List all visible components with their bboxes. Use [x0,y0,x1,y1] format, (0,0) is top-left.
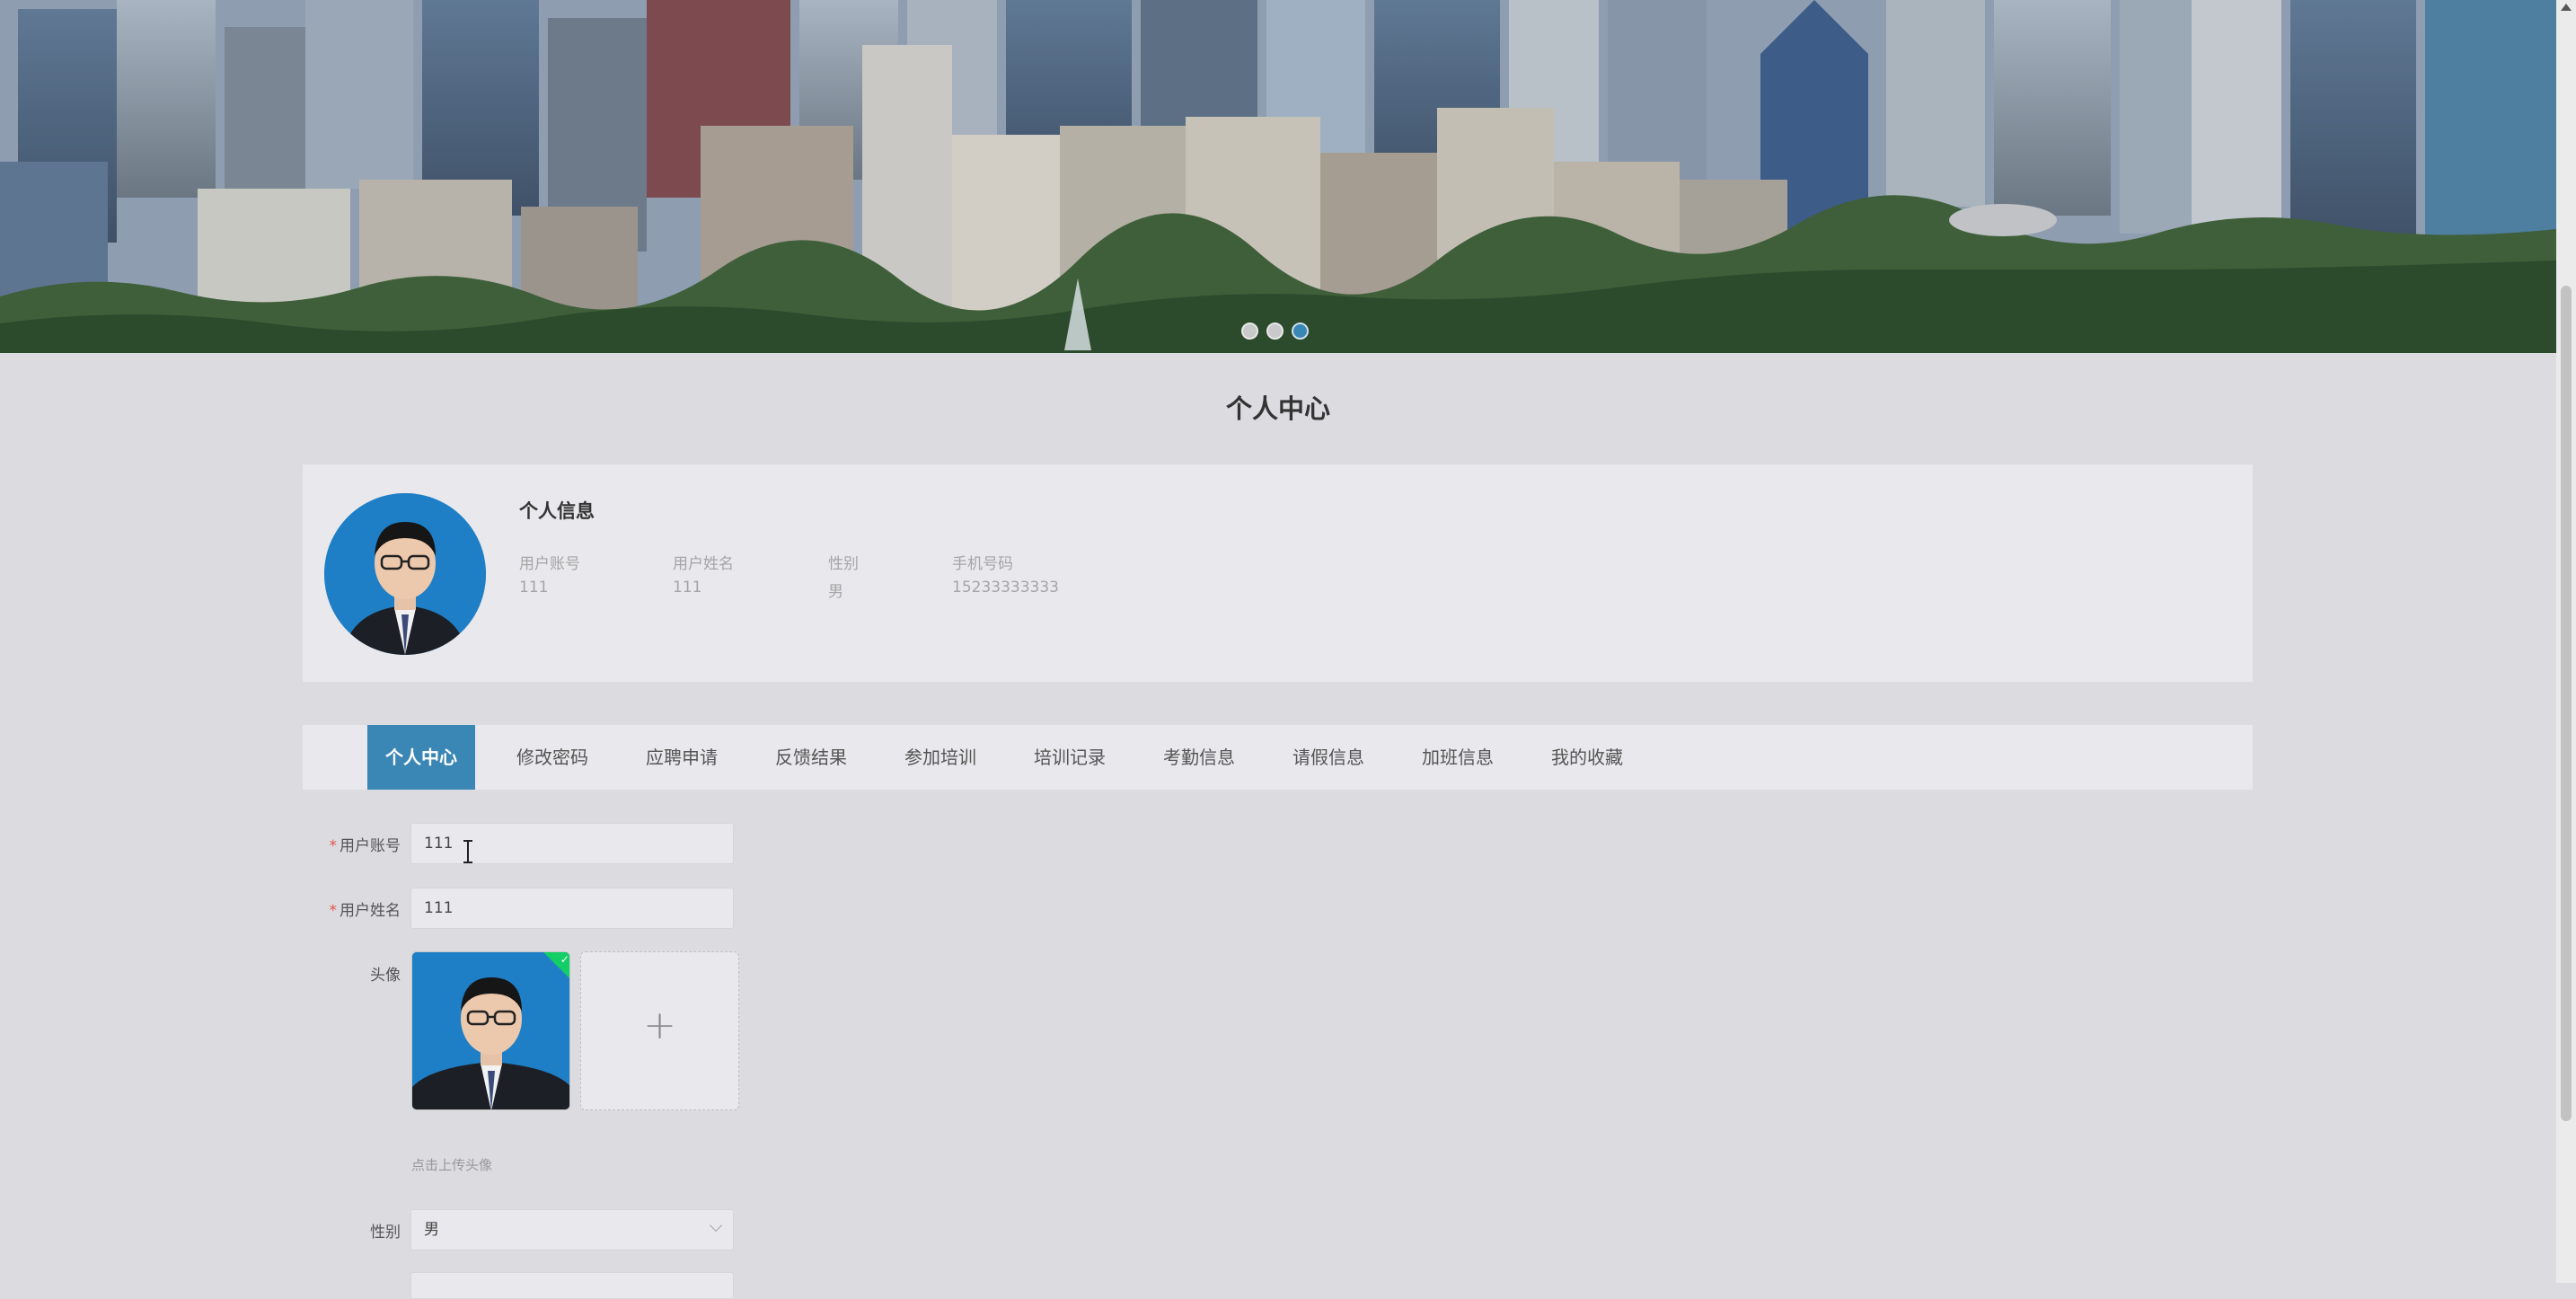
tab-personal-center[interactable]: 个人中心 [367,725,475,790]
gender-select[interactable]: 男 [410,1209,734,1250]
upload-avatar-button[interactable]: + [580,951,739,1110]
profile-section-title: 个人信息 [519,500,595,522]
tab-favorites[interactable]: 我的收藏 [1551,725,1623,790]
account-label: * 用户账号 [329,837,401,855]
banner-carousel[interactable] [0,0,2556,353]
uploaded-avatar-thumbnail[interactable]: ✓ [411,951,570,1110]
text-cursor-icon [463,840,472,863]
profile-field-value: 111 [519,579,549,596]
required-mark: * [329,837,338,855]
scroll-up-arrow-icon[interactable] [2561,4,2572,11]
check-icon: ✓ [560,953,569,967]
tab-feedback-result[interactable]: 反馈结果 [775,725,847,790]
profile-field-value: 15233333333 [952,579,1059,596]
tab-training-record[interactable]: 培训记录 [1034,725,1106,790]
page-scrollbar[interactable] [2556,0,2576,1283]
profile-field-value: 男 [828,583,843,601]
profile-field-phone: 手机号码 15233333333 [952,551,1059,596]
tab-job-application[interactable]: 应聘申请 [646,725,718,790]
profile-tabs: 个人中心 修改密码 应聘申请 反馈结果 参加培训 培训记录 考勤信息 请假信息 … [303,725,2253,790]
profile-field-label: 性别 [828,555,859,573]
carousel-dot-active[interactable] [1292,323,1309,340]
required-mark: * [329,902,338,920]
city-skyline-image [0,0,2556,353]
tab-change-password[interactable]: 修改密码 [516,725,588,790]
name-input[interactable]: 111 [410,888,734,929]
plus-icon: + [643,1003,676,1048]
carousel-indicators [1241,323,1309,340]
profile-field-account: 用户账号 111 [519,551,580,596]
profile-info-card: 个人信息 用户账号 111 用户姓名 111 性别 男 手机号码 1523333… [303,464,2253,682]
avatar-label: 头像 [370,967,401,985]
next-form-input[interactable] [410,1272,734,1299]
tab-join-training[interactable]: 参加培训 [904,725,976,790]
scrollbar-thumb[interactable] [2561,286,2572,1121]
profile-field-label: 用户账号 [519,555,580,573]
carousel-dot[interactable] [1241,323,1258,340]
account-input[interactable]: 111 [410,823,734,864]
tab-attendance[interactable]: 考勤信息 [1163,725,1235,790]
profile-field-gender: 性别 男 [828,551,859,601]
page-title: 个人中心 [1225,393,1330,424]
carousel-dot[interactable] [1266,323,1284,340]
avatar [324,493,486,655]
profile-field-label: 用户姓名 [673,555,734,573]
user-portrait-image [412,952,569,1109]
gender-select-value: 男 [424,1221,439,1239]
name-label: * 用户姓名 [329,902,401,920]
chevron-down-icon [709,1218,723,1233]
profile-field-label: 手机号码 [952,555,1013,573]
tab-overtime[interactable]: 加班信息 [1422,725,1494,790]
gender-label: 性别 [370,1224,401,1242]
profile-field-name: 用户姓名 111 [673,551,734,596]
user-portrait-image [324,493,486,655]
profile-field-value: 111 [673,579,702,596]
upload-tip: 点击上传头像 [411,1157,493,1173]
tab-leave[interactable]: 请假信息 [1292,725,1364,790]
